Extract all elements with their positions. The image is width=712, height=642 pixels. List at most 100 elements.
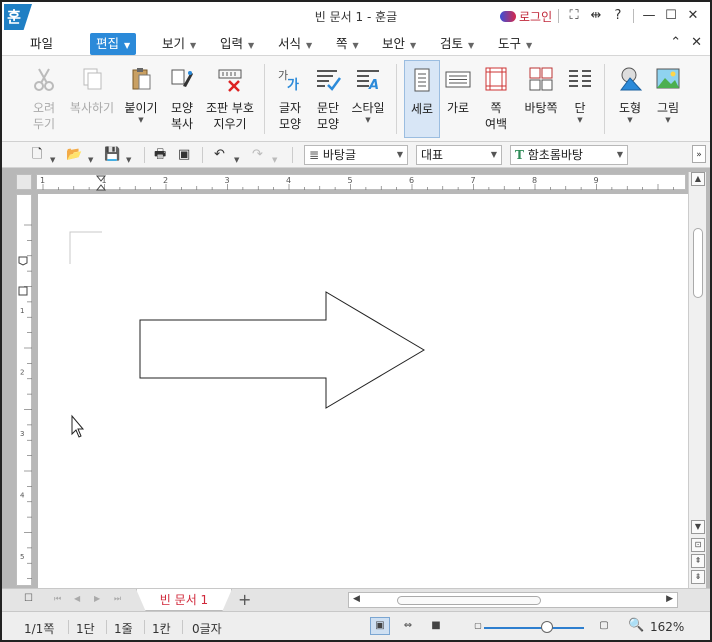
redo-icon[interactable]: ↷ xyxy=(252,146,263,164)
para-shape-button[interactable]: 문단 모양 xyxy=(310,60,346,138)
paste-button[interactable]: 붙이기 ▼ xyxy=(120,60,162,138)
prev-page-icon[interactable]: ⇞ xyxy=(691,554,705,568)
char-shape-icon: 가가 xyxy=(278,69,299,93)
next-tab-icon[interactable]: ▶ xyxy=(94,594,100,603)
resize-icon[interactable]: ⇹ xyxy=(585,7,607,25)
clear-marks-button[interactable]: 조판 부호 지우기 xyxy=(202,60,258,138)
clear-marks-icon xyxy=(218,69,242,92)
scissors-icon xyxy=(34,68,54,91)
first-tab-icon[interactable]: ⏮ xyxy=(54,594,61,604)
menu-page[interactable]: 쪽 ▼ xyxy=(336,34,359,54)
style-button[interactable]: A 스타일 ▼ xyxy=(348,60,388,138)
menu-file[interactable]: 파일 xyxy=(30,34,53,54)
menu-insert-label: 입력 xyxy=(220,36,244,51)
divider xyxy=(144,620,145,634)
chevron-down-icon[interactable]: ▼ xyxy=(126,151,131,169)
close-document-icon[interactable]: ✕ xyxy=(691,35,702,50)
full-page-icon[interactable]: ■ xyxy=(426,617,446,635)
maximize-icon[interactable]: ☐ xyxy=(660,7,682,25)
format-copy-button[interactable]: 모양 복사 xyxy=(164,60,200,138)
add-tab-button[interactable]: + xyxy=(238,590,251,609)
normal-view-icon[interactable]: ▣ xyxy=(370,617,390,635)
scroll-top-icon[interactable]: ▲ xyxy=(691,172,705,186)
picture-button[interactable]: 그림 ▼ xyxy=(650,60,686,138)
menu-review[interactable]: 검토 ▼ xyxy=(440,34,474,54)
new-document-icon[interactable]: 🗋 xyxy=(32,146,42,164)
chevron-down-icon: ▼ xyxy=(627,116,633,124)
paste-label: 붙이기 xyxy=(124,101,158,115)
scroll-down-icon[interactable]: ▼ xyxy=(691,520,705,534)
next-page-icon[interactable]: ⇟ xyxy=(691,570,705,584)
style-icon: A xyxy=(357,70,379,93)
chevron-down-icon[interactable]: ▼ xyxy=(88,151,93,169)
chevron-down-icon[interactable]: ▼ xyxy=(234,151,239,169)
copy-label: 복사하기 xyxy=(69,101,115,115)
horizontal-scrollbar[interactable]: ◀ ▶ xyxy=(348,592,678,608)
prev-tab-icon[interactable]: ◀ xyxy=(74,594,80,603)
tab-blank-document-1[interactable]: 빈 문서 1 xyxy=(136,589,232,611)
page-view-icon[interactable]: ⊡ xyxy=(691,538,705,552)
chevron-down-icon[interactable]: ▼ xyxy=(50,151,55,169)
zoom-slider-knob[interactable] xyxy=(541,621,553,633)
columns-button[interactable]: 단 ▼ xyxy=(564,60,596,138)
arrow-shape[interactable] xyxy=(139,291,425,409)
menu-insert[interactable]: 입력 ▼ xyxy=(220,34,254,54)
chevron-down-icon[interactable]: ▼ xyxy=(272,151,277,169)
login-button[interactable]: 로그인 xyxy=(500,8,552,25)
menu-view[interactable]: 보기 ▼ xyxy=(162,34,196,54)
status-bar: 1/1쪽 1단 1줄 1칸 0글자 ▣ ⇔ ■ ▢ ▢ 🔍 162% xyxy=(2,612,710,640)
close-icon[interactable]: ✕ xyxy=(682,7,704,25)
scroll-right-icon[interactable]: ▶ xyxy=(666,594,673,604)
vertical-scroll-thumb[interactable] xyxy=(693,228,703,298)
tab-list-icon[interactable]: ☐ xyxy=(24,593,33,604)
horizontal-scroll-thumb[interactable] xyxy=(397,596,541,605)
menu-security[interactable]: 보안 ▼ xyxy=(382,34,416,54)
toolbar-expand-icon[interactable]: » xyxy=(692,145,706,163)
copy-button[interactable]: 복사하기 xyxy=(68,60,116,138)
chevron-down-icon: ▼ xyxy=(396,150,403,159)
menu-edit[interactable]: 편집 ▼ xyxy=(90,33,137,55)
fit-width-icon[interactable]: ⇔ xyxy=(398,617,418,635)
zoom-out-icon[interactable]: ▢ xyxy=(468,617,488,635)
menu-page-label: 쪽 xyxy=(336,36,348,51)
menu-tools[interactable]: 도구 ▼ xyxy=(498,34,532,54)
cut-button[interactable]: 오려 두기 xyxy=(22,60,66,138)
fullscreen-icon[interactable]: ⛶ xyxy=(563,7,585,25)
undo-icon[interactable]: ↶ xyxy=(214,146,225,164)
open-folder-icon[interactable]: 📂 xyxy=(66,146,82,164)
zoom-search-icon[interactable]: 🔍 xyxy=(628,618,644,633)
landscape-button[interactable]: 가로 xyxy=(442,60,474,138)
minimize-icon[interactable]: — xyxy=(638,7,660,25)
print-icon[interactable]: 🖶 xyxy=(154,146,166,164)
save-icon[interactable]: 💾 xyxy=(104,146,120,164)
columns-label: 단 xyxy=(574,101,586,115)
shape-button[interactable]: 도형 ▼ xyxy=(612,60,648,138)
menu-format[interactable]: 서식 ▼ xyxy=(278,34,312,54)
zoom-in-icon[interactable]: ▢ xyxy=(594,617,614,635)
portrait-button[interactable]: 세로 xyxy=(404,60,440,138)
document-page[interactable] xyxy=(38,194,688,588)
scroll-left-icon[interactable]: ◀ xyxy=(353,594,360,604)
zoom-level[interactable]: 162% xyxy=(650,620,684,634)
background-page-button[interactable]: 바탕쪽 xyxy=(520,60,562,138)
zoom-slider-track[interactable] xyxy=(484,627,584,629)
font-combo[interactable]: T 함초롬바탕 ▼ xyxy=(510,145,628,165)
vertical-ruler[interactable]: 1 2 3 4 5 xyxy=(16,194,32,586)
char-shape-button[interactable]: 가가 글자 모양 xyxy=(272,60,308,138)
vertical-scrollbar[interactable]: ▲ ▼ ⊡ ⇞ ⇟ xyxy=(688,172,706,588)
margin-marker-icon[interactable] xyxy=(18,256,28,296)
language-combo[interactable]: 대표 ▼ xyxy=(416,145,502,165)
language-combo-value: 대표 xyxy=(421,148,444,162)
ruler-corner[interactable] xyxy=(16,174,32,190)
background-page-label: 바탕쪽 xyxy=(524,101,558,115)
help-icon[interactable]: ? xyxy=(607,7,629,25)
collapse-ribbon-icon[interactable]: ⌃ xyxy=(670,35,681,50)
vertical-ruler-ticks: 1 2 3 4 5 xyxy=(18,224,32,579)
last-tab-icon[interactable]: ⏭ xyxy=(114,594,121,604)
menu-tools-label: 도구 xyxy=(498,36,522,51)
horizontal-ruler[interactable]: 1123456789 xyxy=(36,174,686,191)
print-preview-icon[interactable]: ▣ xyxy=(178,146,190,164)
page-margin-button[interactable]: 쪽 여백 xyxy=(478,60,514,138)
style-combo[interactable]: ≣ 바탕글 ▼ xyxy=(304,145,408,165)
title-bar: 훈 빈 문서 1 - 훈글 로그인 ⛶ ⇹ ? — ☐ ✕ xyxy=(2,2,710,30)
